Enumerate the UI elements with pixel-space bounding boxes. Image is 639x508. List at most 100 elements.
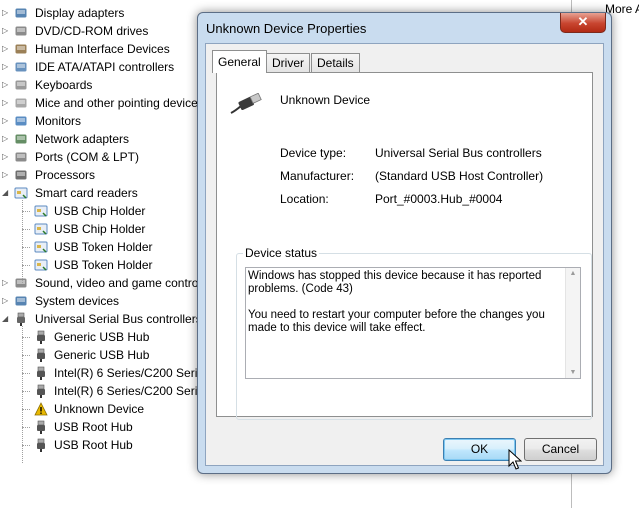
- tree-item-label: DVD/CD-ROM drives: [35, 24, 149, 38]
- dvd-drive-icon: [14, 24, 28, 38]
- expand-arrow-icon[interactable]: ▷: [2, 4, 10, 22]
- tree-item-label: Ports (COM & LPT): [35, 150, 140, 164]
- usb-plug-icon: [34, 348, 48, 362]
- scroll-up-icon[interactable]: ▲: [569, 270, 577, 277]
- device-name: Unknown Device: [280, 93, 371, 107]
- tree-item[interactable]: ◢ Smart card readers: [0, 184, 215, 202]
- smart-card-icon: [34, 258, 48, 272]
- manufacturer-value: (Standard USB Host Controller): [375, 169, 544, 183]
- tree-connector: [22, 337, 30, 338]
- tree-item[interactable]: USB Root Hub: [0, 418, 215, 436]
- tree-item-label: Human Interface Devices: [35, 42, 170, 56]
- display-adapter-icon: [14, 6, 28, 20]
- tree-item-label: Processors: [35, 168, 96, 182]
- location-label: Location:: [280, 192, 329, 206]
- tree-item[interactable]: Intel(R) 6 Series/C200 Series: [0, 382, 215, 400]
- tree-item[interactable]: Generic USB Hub: [0, 346, 215, 364]
- tree-item[interactable]: ▷ System devices: [0, 292, 215, 310]
- tree-item[interactable]: Intel(R) 6 Series/C200 Series: [0, 364, 215, 382]
- mouse-cursor-icon: [508, 449, 522, 470]
- tree-item-label: Keyboards: [35, 78, 93, 92]
- speaker-icon: [14, 276, 28, 290]
- tab-details[interactable]: Details: [311, 53, 360, 73]
- tree-item[interactable]: Unknown Device: [0, 400, 215, 418]
- manufacturer-label: Manufacturer:: [280, 169, 355, 183]
- expand-arrow-icon[interactable]: ▷: [2, 148, 10, 166]
- usb-plug-icon: [34, 438, 48, 452]
- tree-item-label: USB Token Holder: [54, 258, 153, 272]
- tree-item-label: Unknown Device: [54, 402, 145, 416]
- tree-item[interactable]: ▷ Network adapters: [0, 130, 215, 148]
- tree-item[interactable]: ▷ Mice and other pointing devices: [0, 94, 215, 112]
- expand-arrow-icon[interactable]: ▷: [2, 130, 10, 148]
- tree-connector: [22, 409, 30, 410]
- tree-item-label: Intel(R) 6 Series/C200 Series: [54, 366, 211, 380]
- tree-item-label: Generic USB Hub: [54, 330, 150, 344]
- device-type-label: Device type:: [280, 146, 347, 160]
- tree-item[interactable]: ▷ Ports (COM & LPT): [0, 148, 215, 166]
- scroll-down-icon[interactable]: ▼: [569, 369, 577, 376]
- collapse-arrow-icon[interactable]: ◢: [2, 184, 10, 202]
- tree-item-label: Display adapters: [35, 6, 125, 20]
- hid-icon: [14, 42, 28, 56]
- tree-item[interactable]: ◢ Universal Serial Bus controllers: [0, 310, 215, 328]
- usb-plug-icon: [34, 366, 48, 380]
- tree-connector: [22, 265, 30, 266]
- usb-plug-icon: [34, 384, 48, 398]
- expand-arrow-icon[interactable]: ▷: [2, 112, 10, 130]
- usb-cable-icon: [230, 93, 262, 114]
- expand-arrow-icon[interactable]: ▷: [2, 58, 10, 76]
- tree-item[interactable]: ▷ Monitors: [0, 112, 215, 130]
- tree-item-label: USB Chip Holder: [54, 204, 146, 218]
- expand-arrow-icon[interactable]: ▷: [2, 274, 10, 292]
- tree-item[interactable]: ▷ Sound, video and game controllers: [0, 274, 215, 292]
- tab-driver[interactable]: Driver: [266, 53, 310, 73]
- ok-button[interactable]: OK: [443, 438, 516, 461]
- tab-general[interactable]: General: [212, 50, 267, 73]
- system-device-icon: [14, 294, 28, 308]
- tree-item-label: Smart card readers: [35, 186, 138, 200]
- properties-dialog: Unknown Device Properties ✕ General Driv…: [197, 12, 612, 474]
- cancel-button[interactable]: Cancel: [524, 438, 597, 461]
- tree-item-label: Monitors: [35, 114, 82, 128]
- tree-item[interactable]: ▷ Processors: [0, 166, 215, 184]
- tree-item[interactable]: Generic USB Hub: [0, 328, 215, 346]
- smart-card-icon: [34, 222, 48, 236]
- collapse-arrow-icon[interactable]: ◢: [2, 310, 10, 328]
- tree-item[interactable]: ▷ IDE ATA/ATAPI controllers: [0, 58, 215, 76]
- tree-item-label: System devices: [35, 294, 120, 308]
- smart-card-icon: [34, 240, 48, 254]
- usb-controller-icon: [14, 312, 28, 326]
- dialog-titlebar[interactable]: Unknown Device Properties ✕: [198, 13, 611, 43]
- tree-item-label: Sound, video and game controllers: [35, 276, 215, 290]
- expand-arrow-icon[interactable]: ▷: [2, 76, 10, 94]
- ide-controller-icon: [14, 60, 28, 74]
- location-value: Port_#0003.Hub_#0004: [375, 192, 503, 206]
- tree-item-label: Network adapters: [35, 132, 130, 146]
- expand-arrow-icon[interactable]: ▷: [2, 22, 10, 40]
- tree-item-label: Generic USB Hub: [54, 348, 150, 362]
- device-status-textbox[interactable]: Windows has stopped this device because …: [245, 267, 581, 379]
- tree-item[interactable]: ▷ Keyboards: [0, 76, 215, 94]
- expand-arrow-icon[interactable]: ▷: [2, 292, 10, 310]
- mouse-icon: [14, 96, 28, 110]
- expand-arrow-icon[interactable]: ▷: [2, 94, 10, 112]
- close-button[interactable]: ✕: [560, 13, 606, 33]
- tree-connector: [22, 247, 30, 248]
- expand-arrow-icon[interactable]: ▷: [2, 40, 10, 58]
- tree-item[interactable]: USB Chip Holder: [0, 202, 215, 220]
- warning-icon: [34, 402, 48, 416]
- tree-item-label: Mice and other pointing devices: [35, 96, 204, 110]
- tree-item-label: USB Chip Holder: [54, 222, 146, 236]
- status-scrollbar[interactable]: ▲ ▼: [565, 268, 580, 378]
- expand-arrow-icon[interactable]: ▷: [2, 166, 10, 184]
- tree-item[interactable]: USB Chip Holder: [0, 220, 215, 238]
- tree-item[interactable]: USB Token Holder: [0, 256, 215, 274]
- tree-item[interactable]: USB Token Holder: [0, 238, 215, 256]
- tree-item[interactable]: ▷ Human Interface Devices: [0, 40, 215, 58]
- device-status-group: Device status Windows has stopped this d…: [236, 246, 592, 420]
- smart-card-reader-icon: [14, 186, 28, 200]
- tree-item[interactable]: ▷ DVD/CD-ROM drives: [0, 22, 215, 40]
- tree-item[interactable]: ▷ Display adapters: [0, 4, 215, 22]
- tree-item[interactable]: USB Root Hub: [0, 436, 215, 454]
